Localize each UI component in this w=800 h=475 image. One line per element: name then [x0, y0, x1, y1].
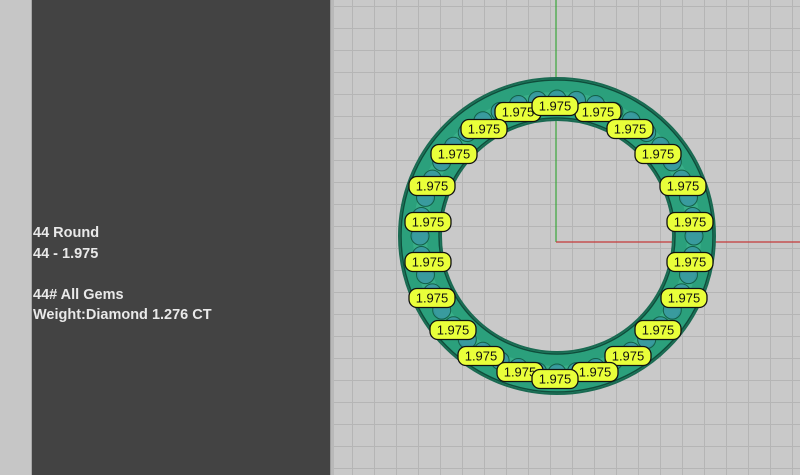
3d-viewport[interactable]: 1.975 1.975 1.975 1.975 1.975 1.975 1.975 1.975… — [334, 0, 800, 475]
label-value: 1.975 — [412, 255, 445, 270]
label-value: 1.975 — [416, 291, 449, 306]
gem-size-label[interactable]: 1.975 — [660, 287, 708, 309]
gem-size-label[interactable]: 1.975 — [666, 211, 714, 233]
label-value: 1.975 — [668, 291, 701, 306]
gem-size-label[interactable]: 1.975 — [457, 345, 505, 367]
gem-size-label[interactable]: 1.975 — [531, 95, 579, 117]
label-value: 1.975 — [612, 349, 645, 364]
label-value: 1.975 — [674, 255, 707, 270]
gem-size-label[interactable]: 1.975 — [659, 175, 707, 197]
label-value: 1.975 — [667, 179, 700, 194]
gem-size-label[interactable]: 1.975 — [634, 319, 682, 341]
label-value: 1.975 — [539, 372, 572, 387]
left-edge-strip — [0, 0, 31, 475]
gem-size-line: 44 - 1.975 — [33, 245, 99, 262]
gem-size-label[interactable]: 1.975 — [430, 143, 478, 165]
label-value: 1.975 — [582, 105, 615, 120]
weight-line: Weight:Diamond 1.276 CT — [33, 307, 212, 323]
label-value: 1.975 — [539, 99, 572, 114]
label-value: 1.975 — [468, 122, 501, 137]
label-value: 1.975 — [642, 147, 675, 162]
gem-size-label[interactable]: 1.975 — [404, 251, 452, 273]
label-value: 1.975 — [614, 122, 647, 137]
viewport-scene[interactable]: 1.975 1.9751.975 1.9751.975 1.9751.975 1.975… — [334, 0, 800, 475]
label-value: 1.975 — [412, 215, 445, 230]
label-value: 1.975 — [416, 179, 449, 194]
gem-size-label[interactable]: 1.975 — [571, 361, 619, 383]
label-value: 1.975 — [674, 215, 707, 230]
label-value: 1.975 — [438, 147, 471, 162]
label-value: 1.975 — [437, 323, 470, 338]
gem-size-label[interactable]: 1.975 — [574, 101, 622, 123]
label-value: 1.975 — [502, 105, 535, 120]
label-value: 1.975 — [579, 365, 612, 380]
label-value: 1.975 — [465, 349, 498, 364]
all-gems-line: 44# All Gems — [33, 286, 124, 303]
label-value: 1.975 — [642, 323, 675, 338]
gem-size-label[interactable]: 1.975 — [408, 287, 456, 309]
gem-count-line: 44 Round — [33, 225, 100, 241]
gem-size-label[interactable]: 1.975 — [408, 175, 456, 197]
gem-info-text: 44 Round 44 - 1.975 44# All Gems Weight:… — [33, 223, 212, 326]
gem-size-label[interactable]: 1.975 — [531, 368, 579, 390]
gem-size-label[interactable]: 1.975 — [429, 319, 477, 341]
gem-size-label[interactable]: 1.975 — [634, 143, 682, 165]
gem-size-label[interactable]: 1.975 — [666, 251, 714, 273]
gem-size-label[interactable]: 1.975 — [460, 118, 508, 140]
gem-size-label[interactable]: 1.975 — [606, 118, 654, 140]
gem-size-label[interactable]: 1.975 — [404, 211, 452, 233]
